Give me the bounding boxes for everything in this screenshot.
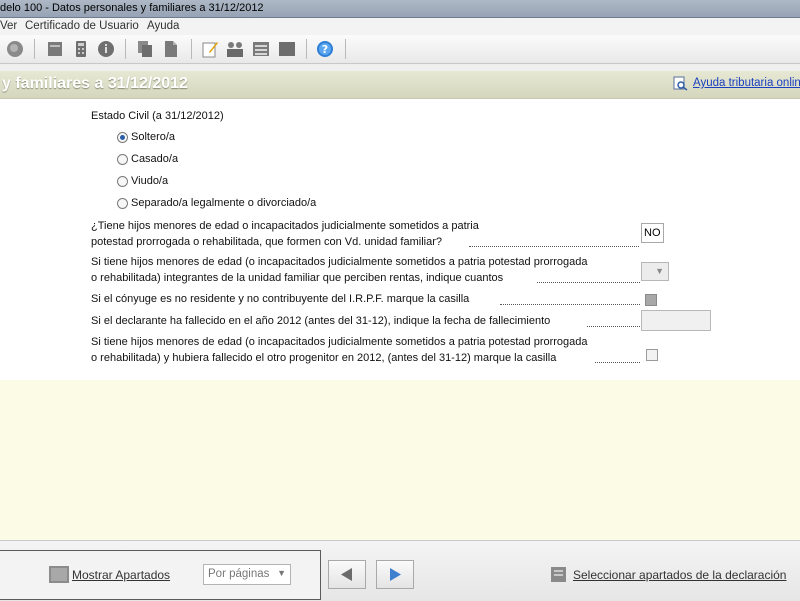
question-fallecimiento: Si el declarante ha fallecido en el año … — [91, 315, 551, 327]
menu-ayuda[interactable]: Ayuda — [147, 20, 179, 32]
chevron-down-icon: ▼ — [277, 568, 286, 578]
menu-ver[interactable]: Ver — [0, 20, 17, 32]
toolbar-separator — [34, 39, 35, 59]
screen-icon[interactable] — [278, 40, 296, 58]
menu-bar: Ver Certificado de Usuario Ayuda — [0, 18, 800, 36]
question-progenitor-line1: Si tiene hijos menores de edad (o incapa… — [91, 336, 588, 348]
radio-soltero-label: Soltero/a — [131, 131, 176, 143]
help-link-label[interactable]: Ayuda tributaria onlin — [693, 77, 800, 89]
question-hijos-line1: ¿Tiene hijos menores de edad o incapacit… — [91, 220, 479, 232]
radio-soltero[interactable] — [117, 132, 128, 143]
toolbar-separator — [306, 39, 307, 59]
pager-select-value: Por páginas — [208, 568, 270, 580]
radio-viudo[interactable] — [117, 176, 128, 187]
arrow-left-icon — [341, 568, 352, 581]
toolbar-strip — [0, 64, 800, 71]
toolbar-separator — [345, 39, 346, 59]
previous-button[interactable] — [328, 560, 366, 589]
dot-leader — [537, 282, 640, 283]
fecha-fallecimiento-field[interactable] — [641, 310, 711, 331]
list-icon[interactable] — [252, 40, 270, 58]
radio-casado-label: Casado/a — [131, 153, 179, 165]
help-link[interactable]: Ayuda tributaria onlin — [673, 76, 800, 94]
estado-civil-label: Estado Civil (a 31/12/2012) — [91, 110, 224, 122]
radio-separado[interactable] — [117, 198, 128, 209]
select-sections-icon[interactable] — [551, 567, 566, 582]
info-icon[interactable] — [97, 40, 115, 58]
progenitor-checkbox[interactable] — [646, 349, 658, 361]
dot-leader — [500, 304, 640, 305]
section-header: y familiares a 31/12/2012 Ayuda tributar… — [0, 71, 800, 99]
rentas-count-select[interactable]: ▼ — [641, 262, 669, 281]
copy-icon[interactable] — [136, 40, 154, 58]
show-sections-link[interactable]: Mostrar Apartados — [72, 568, 170, 582]
next-button[interactable] — [376, 560, 414, 589]
question-progenitor-line2: o rehabilitada) y hubiera fallecido el o… — [91, 352, 557, 364]
radio-casado[interactable] — [117, 154, 128, 165]
select-sections-link[interactable]: Seleccionar apartados de la declaración — [573, 568, 786, 582]
chevron-down-icon: ▼ — [655, 266, 664, 276]
question-rentas-line1: Si tiene hijos menores de edad (o incapa… — [91, 256, 588, 268]
menu-certificado[interactable]: Certificado de Usuario — [25, 20, 139, 32]
help-icon[interactable]: ? — [316, 40, 334, 58]
toolbar-separator — [191, 39, 192, 59]
search-icon[interactable] — [6, 40, 24, 58]
radio-separado-label: Separado/a legalmente o divorciado/a — [131, 197, 317, 209]
magnifier-document-icon — [673, 76, 688, 91]
pager-select[interactable]: Por páginas ▼ — [203, 564, 291, 585]
toolbar: ? — [0, 35, 800, 64]
dot-leader — [469, 246, 639, 247]
dot-leader — [587, 326, 640, 327]
empty-panel — [0, 380, 800, 540]
arrow-right-icon — [390, 568, 401, 581]
form-content: Estado Civil (a 31/12/2012) Soltero/a Ca… — [0, 99, 800, 380]
paste-icon[interactable] — [162, 40, 180, 58]
conyuge-checkbox[interactable] — [645, 294, 657, 306]
toolbar-separator — [125, 39, 126, 59]
sections-icon[interactable] — [49, 566, 69, 583]
question-rentas-line2: o rehabilitada) integrantes de la unidad… — [91, 272, 504, 284]
dot-leader — [595, 362, 640, 363]
hijos-field[interactable]: NO — [641, 223, 664, 243]
people-icon[interactable] — [226, 40, 244, 58]
window-title: delo 100 - Datos personales y familiares… — [0, 2, 264, 14]
page-title: y familiares a 31/12/2012 — [2, 75, 188, 92]
edit-icon[interactable] — [201, 40, 219, 58]
document-icon[interactable] — [46, 40, 64, 58]
calculator-icon[interactable] — [72, 40, 90, 58]
radio-viudo-label: Viudo/a — [131, 175, 169, 187]
hijos-field-value: NO — [644, 227, 661, 239]
svg-text:?: ? — [322, 43, 328, 56]
question-conyuge: Si el cónyuge es no residente y no contr… — [91, 293, 470, 305]
question-hijos-line2: potestad prorrogada o rehabilitada, que … — [91, 236, 443, 248]
window-titlebar: delo 100 - Datos personales y familiares… — [0, 0, 800, 18]
